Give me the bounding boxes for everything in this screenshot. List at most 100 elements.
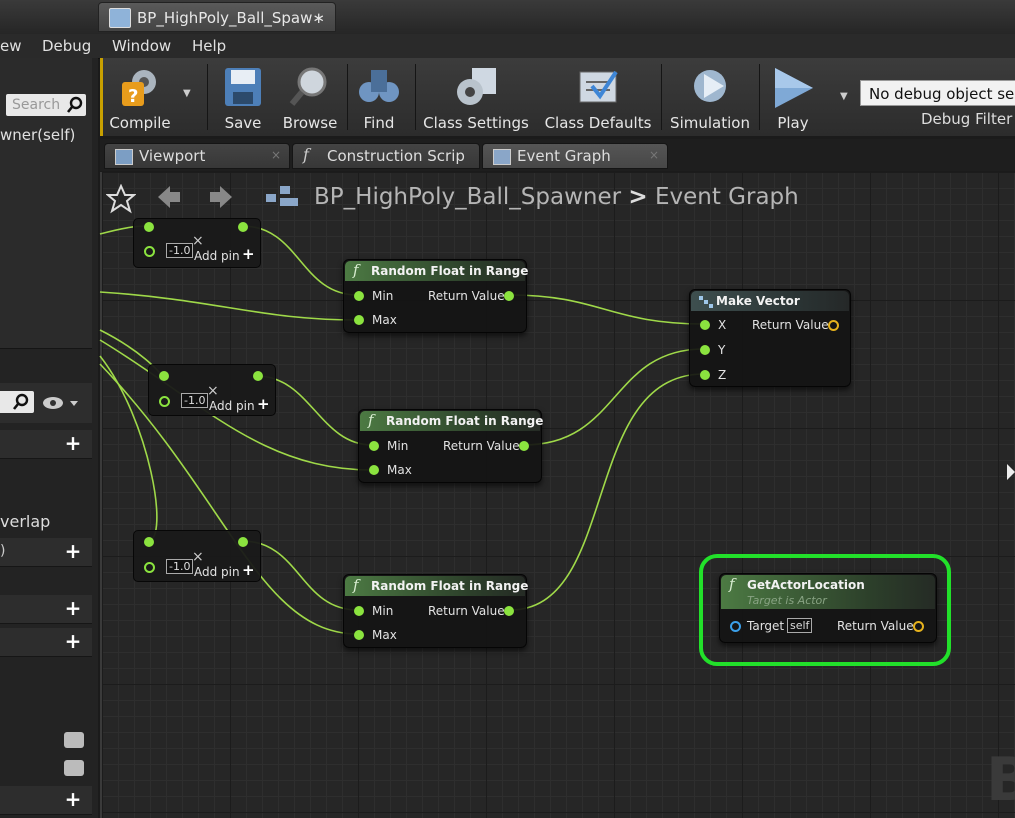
back-arrow-icon[interactable] [156,184,182,210]
min-pin[interactable] [354,291,364,301]
svg-text:?: ? [128,86,138,107]
return-value-pin[interactable] [519,441,529,451]
add-variable-icon[interactable]: + [64,631,82,651]
make-array-node[interactable]: -1.0 × Add pin + [148,364,276,416]
max-pin[interactable] [354,315,364,325]
return-value-pin[interactable] [828,320,839,331]
function-icon: f [368,411,374,429]
browse-button[interactable]: Browse [277,62,343,132]
document-tab-title: BP_HighPoly_Ball_Spaw∗ [137,9,325,27]
array-input-pin[interactable] [144,222,154,232]
star-icon[interactable] [106,184,136,214]
menu-debug[interactable]: Debug [42,37,91,55]
class-defaults-button[interactable]: Class Defaults [543,62,653,132]
menu-window[interactable]: Window [112,37,171,55]
node-title: Random Float in Range [386,414,544,428]
tab-event-graph[interactable]: Event Graph × [482,143,668,169]
toolbar-separator [415,64,416,130]
add-pin-button[interactable]: Add pin [209,399,255,413]
make-array-node[interactable]: -1.0 × Add pin + [133,530,261,582]
remove-pin-icon[interactable]: × [207,383,219,399]
target-self-field[interactable]: self [787,618,813,633]
add-pin-icon[interactable]: + [257,395,270,413]
event-graph-canvas[interactable] [100,172,1015,818]
node-title: Make Vector [716,294,800,308]
element-value-field[interactable]: -1.0 [166,559,194,574]
add-macro-icon[interactable]: + [64,598,82,618]
element-value-field[interactable]: -1.0 [166,243,194,258]
array-output-pin[interactable] [238,537,248,547]
random-float-node[interactable]: f Random Float in Range Min Max Return Va… [358,409,544,483]
return-value-pin[interactable] [504,291,514,301]
max-pin[interactable] [369,465,379,475]
event-overlap-item[interactable]: verlap [0,512,50,531]
play-label: Play [777,114,809,132]
close-icon[interactable]: × [271,148,281,162]
function-icon: f [353,576,359,594]
compile-options-chevron-icon[interactable]: ▼ [183,88,191,99]
add-pin-button[interactable]: Add pin [194,565,240,579]
add-function-icon[interactable]: + [64,541,82,561]
random-float-node[interactable]: f Random Float in Range Min Max Return Va… [343,574,529,648]
array-input-pin[interactable] [159,371,169,381]
node-title: Random Float in Range [371,579,529,593]
document-tab[interactable]: BP_HighPoly_Ball_Spaw∗ [98,2,336,32]
simulation-icon [694,70,726,102]
return-value-pin[interactable] [913,621,924,632]
function-icon: f [303,145,309,164]
tab-construction-script[interactable]: f Construction Scrip [292,143,480,169]
component-item-self[interactable]: wner(self) [0,126,75,144]
simulation-button[interactable]: Simulation [665,62,755,132]
remove-pin-icon[interactable]: × [192,549,204,565]
component-search-input[interactable]: Search [6,94,86,116]
array-input-pin[interactable] [144,537,154,547]
find-button[interactable]: Find [351,62,407,132]
menu-help[interactable]: Help [192,37,226,55]
close-icon[interactable]: × [649,148,659,162]
z-pin[interactable] [700,370,710,380]
random-float-node[interactable]: f Random Float in Range Min Max Return Va… [343,259,528,333]
add-dispatcher-icon[interactable]: + [64,789,82,809]
array-output-pin[interactable] [238,222,248,232]
return-value-label: Return Value [837,619,914,633]
add-pin-icon[interactable]: + [242,561,255,579]
min-pin[interactable] [369,441,379,451]
class-settings-button[interactable]: Class Settings [421,62,531,132]
breadcrumb-blueprint[interactable]: BP_HighPoly_Ball_Spawner [314,184,621,210]
max-label: Max [387,463,412,477]
array-element-pin[interactable] [144,246,155,257]
return-value-pin[interactable] [504,606,514,616]
array-output-pin[interactable] [253,371,263,381]
menu-view[interactable]: ew [0,37,22,55]
target-pin[interactable] [730,621,741,632]
add-pin-button[interactable]: Add pin [194,249,240,263]
y-pin[interactable] [700,345,710,355]
save-icon [225,68,261,106]
get-actor-location-node[interactable]: f GetActorLocation Target is Actor Targe… [719,573,937,643]
save-button[interactable]: Save [213,62,273,132]
make-vector-node[interactable]: Make Vector X Y Z Return Value [689,289,851,387]
max-pin[interactable] [354,630,364,640]
play-options-chevron-icon[interactable]: ▼ [840,91,848,102]
breadcrumb-graph[interactable]: Event Graph [655,184,799,210]
array-element-pin[interactable] [159,396,170,407]
return-value-label: Return Value [428,604,505,618]
debug-object-select[interactable]: No debug object sele [860,80,1015,106]
array-element-pin[interactable] [144,562,155,573]
add-pin-icon[interactable]: + [242,245,255,263]
remove-pin-icon[interactable]: × [192,233,204,249]
add-graph-icon[interactable]: + [64,433,82,453]
compile-icon: ? [122,70,156,107]
node-title: GetActorLocation [747,578,865,592]
myblueprint-search-input[interactable] [0,391,34,413]
play-button[interactable]: Play [763,62,823,132]
forward-arrow-icon[interactable] [208,184,234,210]
make-array-node[interactable]: -1.0 × Add pin + [133,218,261,268]
find-label: Find [363,114,395,132]
compile-button[interactable]: ? Compile [105,62,175,132]
min-pin[interactable] [354,606,364,616]
tab-viewport[interactable]: Viewport × [104,143,290,169]
x-pin[interactable] [700,320,710,330]
element-value-field[interactable]: -1.0 [181,393,209,408]
eye-visibility-icon[interactable] [42,395,80,411]
